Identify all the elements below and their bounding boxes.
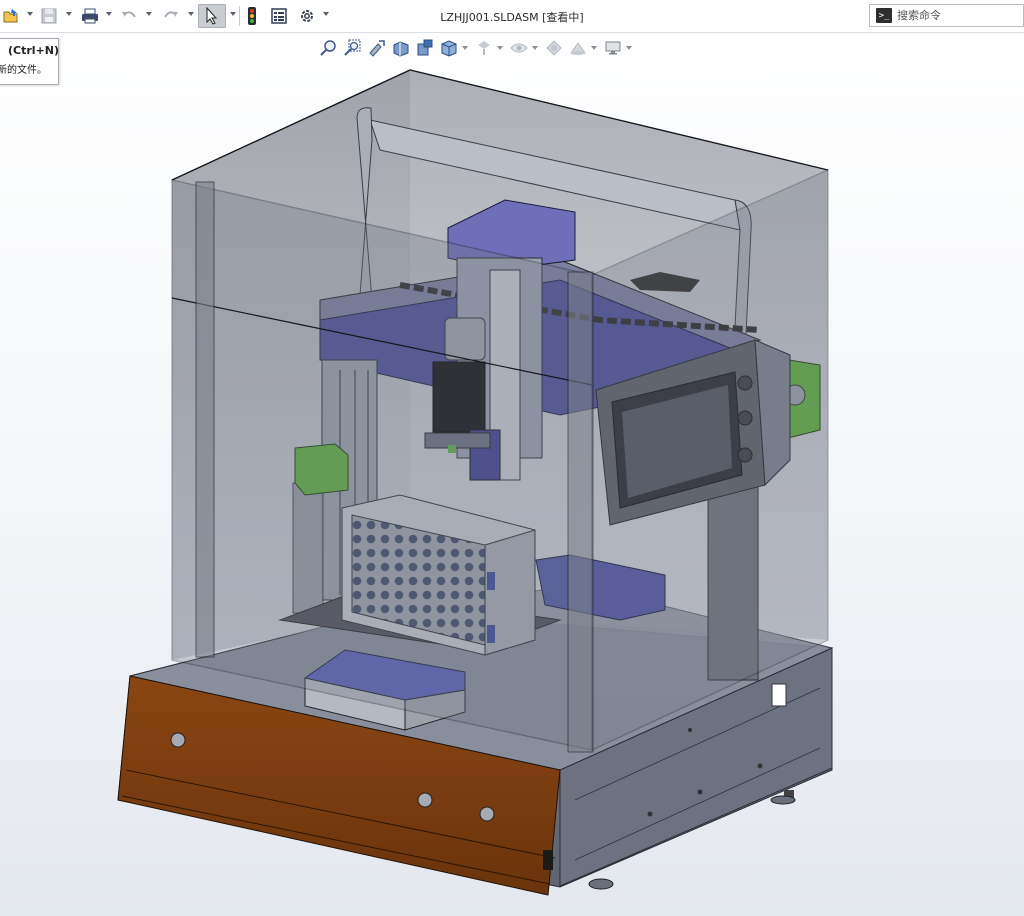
display-style-button[interactable] bbox=[473, 37, 495, 59]
print-icon bbox=[82, 8, 98, 24]
save-button[interactable] bbox=[38, 4, 60, 28]
print-button[interactable] bbox=[78, 4, 102, 28]
apply-scene-icon bbox=[570, 42, 586, 55]
zoom-to-area-button[interactable] bbox=[342, 37, 364, 59]
hide-show-items-button[interactable] bbox=[508, 37, 530, 59]
display-style-icon bbox=[478, 41, 490, 55]
file-properties-button[interactable] bbox=[268, 4, 290, 28]
redo-dropdown-caret[interactable] bbox=[188, 12, 194, 16]
heads-up-view-toolbar bbox=[318, 36, 635, 60]
undo-icon bbox=[122, 11, 136, 18]
print-dropdown-caret[interactable] bbox=[106, 12, 112, 16]
rebuild-button[interactable] bbox=[244, 4, 260, 28]
search-input[interactable] bbox=[897, 6, 1022, 25]
save-dropdown-caret[interactable] bbox=[66, 12, 72, 16]
undo-button[interactable] bbox=[118, 4, 140, 28]
rebuild-traffic-light-icon bbox=[248, 7, 256, 25]
options-button[interactable] bbox=[296, 4, 318, 28]
search-commands[interactable]: >_ bbox=[869, 4, 1024, 27]
view-orientation-button[interactable] bbox=[438, 37, 460, 59]
hide-show-items-icon bbox=[510, 43, 528, 53]
display-style-dropdown-caret[interactable] bbox=[497, 46, 503, 50]
title-toolbar: LZHJJ001.SLDASM [查看中] >_ bbox=[0, 0, 1024, 33]
view-orientation-icon bbox=[441, 40, 457, 57]
options-dropdown-caret[interactable] bbox=[323, 12, 329, 16]
previous-view-icon bbox=[369, 40, 385, 57]
previous-view-button[interactable] bbox=[366, 37, 388, 59]
apply-scene-dropdown-caret[interactable] bbox=[591, 46, 597, 50]
section-view-button[interactable] bbox=[390, 37, 412, 59]
select-dropdown-caret[interactable] bbox=[230, 12, 236, 16]
command-prompt-icon: >_ bbox=[876, 8, 892, 23]
file-properties-icon bbox=[271, 8, 287, 24]
dynamic-annotation-views-button[interactable] bbox=[414, 37, 436, 59]
edit-appearance-icon bbox=[546, 40, 562, 56]
view-settings-button[interactable] bbox=[602, 37, 624, 59]
zoom-to-area-icon bbox=[344, 39, 361, 56]
document-title: LZHJJ001.SLDASM [查看中] bbox=[440, 11, 584, 24]
edit-appearance-button[interactable] bbox=[543, 37, 565, 59]
select-arrow-icon bbox=[206, 7, 218, 25]
open-dropdown-caret[interactable] bbox=[27, 12, 33, 16]
zoom-to-fit-button[interactable] bbox=[318, 37, 340, 59]
zoom-to-fit-icon bbox=[320, 40, 336, 56]
view-orientation-dropdown-caret[interactable] bbox=[462, 46, 468, 50]
save-icon bbox=[41, 8, 57, 24]
redo-button[interactable] bbox=[160, 4, 182, 28]
undo-dropdown-caret[interactable] bbox=[146, 12, 152, 16]
dynamic-annotation-views-icon bbox=[417, 39, 433, 56]
hide-show-dropdown-caret[interactable] bbox=[532, 46, 538, 50]
toolbar-separator bbox=[239, 6, 240, 26]
view-settings-dropdown-caret[interactable] bbox=[626, 46, 632, 50]
select-button[interactable] bbox=[198, 4, 226, 28]
view-settings-icon bbox=[605, 41, 621, 55]
open-button[interactable] bbox=[2, 4, 20, 28]
redo-icon bbox=[164, 11, 178, 18]
section-view-icon bbox=[393, 41, 409, 57]
graphics-area[interactable] bbox=[0, 62, 1024, 916]
apply-scene-button[interactable] bbox=[567, 37, 589, 59]
open-icon bbox=[3, 9, 18, 23]
tooltip-shortcut: (Ctrl+N) bbox=[8, 44, 59, 57]
options-gear-icon bbox=[301, 10, 313, 22]
